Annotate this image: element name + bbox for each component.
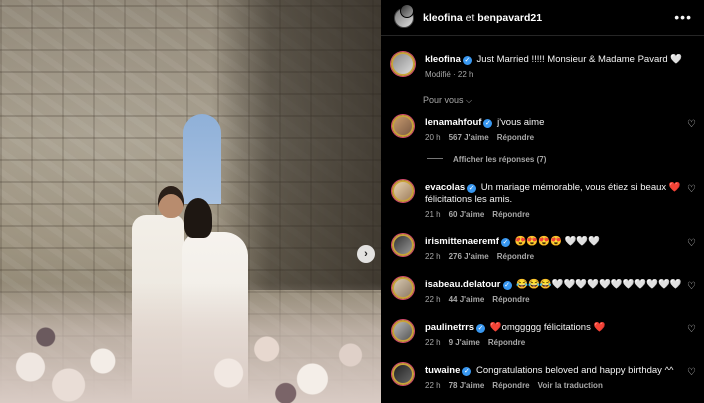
like-count[interactable]: 276 J'aime xyxy=(449,252,489,261)
comment-text-line2: félicitations les amis. xyxy=(425,194,513,205)
groom-head xyxy=(158,186,184,218)
flower-arrangement xyxy=(0,283,381,403)
comment-meta: 22 h 9 J'aime Répondre xyxy=(425,338,525,347)
like-count[interactable]: 9 J'aime xyxy=(449,338,480,347)
heart-icon[interactable]: ♡ xyxy=(687,119,696,130)
comment-text: irismittenaeremf ✓ 😍😍😍😍 🤍🤍🤍 xyxy=(425,235,600,248)
like-count[interactable]: 60 J'aime xyxy=(449,210,485,219)
comment-username[interactable]: paulinetrrs xyxy=(425,322,474,333)
comment-username[interactable]: tuwaine xyxy=(425,365,460,376)
reply-button[interactable]: Répondre xyxy=(488,338,525,347)
avatar[interactable] xyxy=(392,180,414,202)
author-link[interactable]: kleofina xyxy=(423,12,463,24)
like-count[interactable]: 78 J'aime xyxy=(449,381,485,390)
heart-icon[interactable]: ♡ xyxy=(687,324,696,335)
comment-time: 22 h xyxy=(425,295,441,304)
comment-text: lenamahfouf ✓ j'vous aime xyxy=(425,116,544,129)
comment-meta: 22 h 276 J'aime Répondre xyxy=(425,252,534,261)
author-link[interactable]: benpavard21 xyxy=(477,12,542,24)
caption-meta: Modifié · 22 h xyxy=(425,70,474,79)
avatar[interactable] xyxy=(392,115,414,137)
comment-time: 21 h xyxy=(425,210,441,219)
reply-button[interactable]: Répondre xyxy=(492,295,529,304)
verified-badge-icon: ✓ xyxy=(483,119,493,128)
chevron-right-icon[interactable]: › xyxy=(357,245,375,263)
post-photo[interactable]: › xyxy=(0,0,381,403)
verified-badge-icon: ✓ xyxy=(502,281,512,290)
comment-text: paulinetrrs ✓ ❤️omggggg félicitations ❤️ xyxy=(425,321,605,334)
comment-text: tuwaine ✓ Congratulations beloved and hap… xyxy=(425,364,673,377)
comment-time: 22 h xyxy=(425,252,441,261)
comment-username[interactable]: lenamahfouf xyxy=(425,117,481,128)
comment-username[interactable]: isabeau.delatour xyxy=(425,279,501,290)
sort-label: Pour vous xyxy=(423,95,464,105)
caption-username[interactable]: kleofina xyxy=(425,54,461,65)
verified-badge-icon: ✓ xyxy=(467,184,477,193)
comment-body: Un mariage mémorable, vous étiez si beau… xyxy=(480,182,681,193)
comment-body: 😍😍😍😍 🤍🤍🤍 xyxy=(514,236,601,247)
comment-body: Congratulations beloved and happy birthd… xyxy=(476,365,674,376)
chevron-down-icon: ⌵ xyxy=(466,96,473,105)
verified-badge-icon: ✓ xyxy=(500,238,510,247)
reply-button[interactable]: Répondre xyxy=(492,210,529,219)
avatar[interactable] xyxy=(400,4,414,18)
heart-icon[interactable]: ♡ xyxy=(687,281,696,292)
comment-meta: 22 h 44 J'aime Répondre xyxy=(425,295,530,304)
comment-username[interactable]: irismittenaeremf xyxy=(425,236,499,247)
verified-badge-icon: ✓ xyxy=(476,324,486,333)
comment-time: 22 h xyxy=(425,338,441,347)
avatar[interactable] xyxy=(392,320,414,342)
caption-text: Just Married !!!!! Monsieur & Madame Pav… xyxy=(476,54,683,65)
verified-badge-icon: ✓ xyxy=(462,56,472,65)
post-authors: kleofina et benpavard21 xyxy=(423,12,542,24)
heart-icon[interactable]: ♡ xyxy=(687,238,696,249)
divider xyxy=(427,158,443,159)
reply-button[interactable]: Répondre xyxy=(497,252,534,261)
heart-icon[interactable]: ♡ xyxy=(687,367,696,378)
avatar[interactable] xyxy=(391,52,415,76)
view-replies-label: Afficher les réponses (7) xyxy=(453,155,547,164)
bride-head xyxy=(184,198,212,238)
comment-meta: 20 h 567 J'aime Répondre xyxy=(425,133,534,142)
comment-body: ❤️omggggg félicitations ❤️ xyxy=(489,322,606,333)
comment-meta: 21 h 60 J'aime Répondre xyxy=(425,210,530,219)
verified-badge-icon: ✓ xyxy=(462,367,472,376)
translate-button[interactable]: Voir la traduction xyxy=(538,381,603,390)
heart-icon[interactable]: ♡ xyxy=(687,184,696,195)
comment-body: j'vous aime xyxy=(497,117,545,128)
comment-meta: 22 h 78 J'aime Répondre Voir la traduction xyxy=(425,381,603,390)
like-count[interactable]: 44 J'aime xyxy=(449,295,485,304)
sort-dropdown[interactable]: Pour vous ⌵ xyxy=(423,95,472,106)
comment-text: isabeau.delatour ✓ 😂😂😂🤍🤍🤍🤍🤍🤍🤍🤍🤍🤍🤍 xyxy=(425,278,682,291)
joiner-text: et xyxy=(465,12,475,24)
comment-username[interactable]: evacolas xyxy=(425,182,465,193)
avatar[interactable] xyxy=(392,234,414,256)
reply-button[interactable]: Répondre xyxy=(497,133,534,142)
avatar[interactable] xyxy=(392,363,414,385)
comment-body: 😂😂😂🤍🤍🤍🤍🤍🤍🤍🤍🤍🤍🤍 xyxy=(516,279,682,290)
view-replies-button[interactable]: Afficher les réponses (7) xyxy=(427,155,546,164)
comments-panel: kleofina et benpavard21 ••• kleofina ✓ Ju… xyxy=(381,0,704,403)
post-header: kleofina et benpavard21 ••• xyxy=(381,0,704,36)
caption: kleofina ✓ Just Married !!!!! Monsieur & … xyxy=(425,53,682,66)
reply-button[interactable]: Répondre xyxy=(492,381,529,390)
arched-window xyxy=(183,114,221,204)
comment-time: 20 h xyxy=(425,133,441,142)
avatar[interactable] xyxy=(392,277,414,299)
comment-time: 22 h xyxy=(425,381,441,390)
like-count[interactable]: 567 J'aime xyxy=(449,133,489,142)
more-options-icon[interactable]: ••• xyxy=(674,9,692,25)
